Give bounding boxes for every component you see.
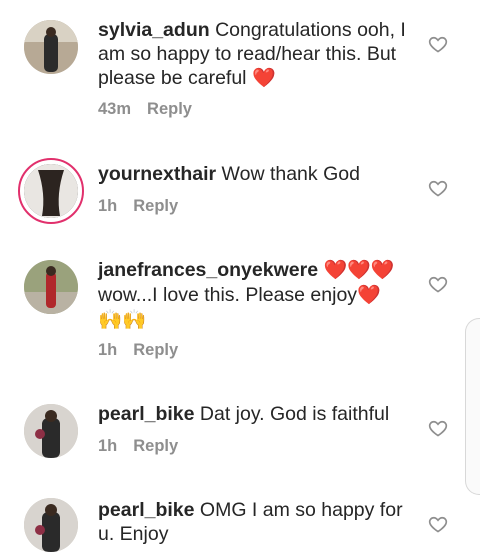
comment-time: 1h	[98, 437, 118, 455]
raising-hands-emoji: 🙌🙌	[98, 309, 147, 331]
comment-username[interactable]: janefrances_onyekwere	[98, 259, 318, 281]
reply-button[interactable]: Reply	[147, 100, 192, 118]
comment-meta: 1h Reply	[98, 437, 178, 456]
reply-button[interactable]: Reply	[133, 437, 178, 455]
heart-outline-icon[interactable]	[428, 34, 448, 54]
comment-time: 1h	[98, 197, 118, 215]
heart-emoji: ❤️❤️❤️	[323, 260, 395, 281]
comment-text: janefrances_onyekwere ❤️❤️❤️ wow...I lov…	[98, 258, 418, 332]
comment-text: yournexthair Wow thank God	[98, 162, 418, 186]
comment-username[interactable]: yournexthair	[98, 163, 216, 185]
avatar-photo	[24, 498, 78, 552]
comment-meta: 1h Reply	[98, 341, 178, 360]
heart-outline-icon[interactable]	[428, 418, 448, 438]
reply-button[interactable]: Reply	[133, 341, 178, 359]
comment-time: 43m	[98, 100, 132, 118]
heart-emoji: ❤️	[357, 285, 381, 306]
heart-outline-icon[interactable]	[428, 178, 448, 198]
avatar-story-ring[interactable]	[18, 158, 84, 224]
avatar-photo	[24, 20, 78, 74]
comment-body: Dat joy. God is faithful	[199, 403, 390, 425]
avatar-photo	[24, 260, 78, 314]
comment-username[interactable]: pearl_bike	[98, 499, 194, 521]
avatar[interactable]	[24, 498, 78, 552]
heart-outline-icon[interactable]	[428, 274, 448, 294]
comment-body: Wow thank God	[221, 163, 360, 185]
reply-button[interactable]: Reply	[133, 197, 178, 215]
comment-text: sylvia_adun Congratulations ooh, I am so…	[98, 18, 418, 91]
comment-text: pearl_bike Dat joy. God is faithful	[98, 402, 418, 426]
comment-body: wow...I love this. Please enjoy	[98, 284, 358, 306]
avatar[interactable]	[24, 260, 78, 314]
edge-panel-handle[interactable]	[465, 318, 480, 495]
avatar[interactable]	[24, 404, 78, 458]
comment-meta: 43m Reply	[98, 100, 192, 119]
comment-username[interactable]: pearl_bike	[98, 403, 194, 425]
avatar[interactable]	[24, 20, 78, 74]
comment-meta: 1h Reply	[98, 197, 178, 216]
comment-text: pearl_bike OMG I am so happy for u. Enjo…	[98, 498, 418, 546]
avatar-photo	[24, 404, 78, 458]
comment-username[interactable]: sylvia_adun	[98, 19, 210, 41]
avatar	[24, 164, 78, 218]
heart-outline-icon[interactable]	[428, 514, 448, 534]
heart-emoji: ❤️	[251, 68, 276, 89]
comment-time: 1h	[98, 341, 118, 359]
avatar-photo	[24, 164, 78, 218]
